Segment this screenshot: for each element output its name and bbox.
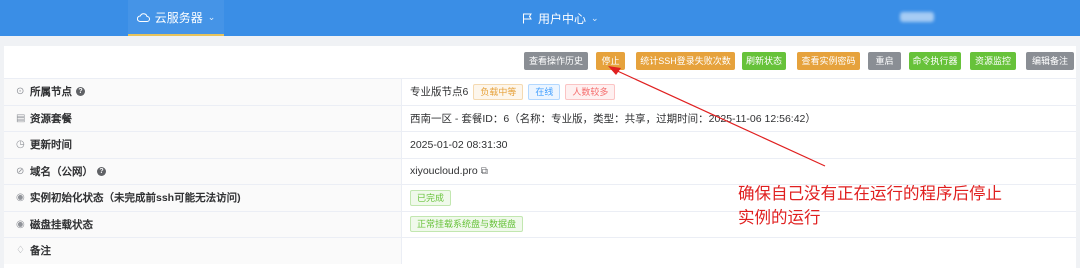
stop-button[interactable]: 停止	[596, 52, 625, 70]
bell-icon: ♢	[16, 245, 25, 257]
table-row: ⊙ 所属节点 ? 专业版节点6 负载中等 在线 人数较多	[4, 78, 1076, 105]
update-time: 2025-01-02 08:31:30	[410, 138, 508, 151]
chevron-down-icon: ⌄	[207, 11, 216, 22]
row-label: 更新时间	[30, 139, 72, 152]
row-label: 实例初始化状态（未完成前ssh可能无法访问)	[30, 192, 241, 205]
table-row: ◷ 更新时间 2025-01-02 08:31:30	[4, 131, 1076, 158]
row-label: 资源套餐	[30, 112, 72, 125]
row-label: 磁盘挂载状态	[30, 218, 93, 231]
domain-value: xiyoucloud.pro	[410, 165, 478, 178]
restart-button[interactable]: 重启	[868, 52, 901, 70]
disk-status-tag: 正常挂载系统盘与数据盘	[410, 216, 524, 233]
annotation-line-1: 确保自己没有正在运行的程序后停止	[738, 184, 1002, 203]
link-icon: ⊘	[16, 165, 25, 177]
load-tag: 负载中等	[473, 83, 524, 100]
package-icon: ▤	[16, 112, 26, 124]
cloud-icon	[136, 12, 150, 22]
row-label-cell: ⊘ 域名（公网） ?	[4, 158, 402, 184]
copy-icon[interactable]: ⧉	[481, 166, 488, 177]
chevron-down-icon: ⌄	[591, 12, 599, 23]
row-label-cell: ◷ 更新时间	[4, 132, 402, 158]
flag-icon	[523, 13, 532, 23]
row-label: 域名（公网）	[30, 165, 93, 178]
nav-cloud-label: 云服务器	[154, 10, 203, 25]
clock-icon: ◷	[16, 139, 25, 151]
init-status-tag: 已完成	[410, 189, 452, 206]
annotation-text: 确保自己没有正在运行的程序后停止 实例的运行	[738, 182, 1038, 230]
nav-cloud-server[interactable]: 云服务器 ⌄	[128, 0, 224, 36]
row-value-cell: 正常挂载系统盘与数据盘	[410, 212, 524, 238]
table-row: ⊘ 域名（公网） ? xiyoucloud.pro ⧉	[4, 157, 1076, 185]
user-avatar[interactable]	[900, 12, 934, 22]
view-history-button[interactable]: 查看操作历史	[524, 52, 588, 70]
node-name: 专业版节点6	[410, 86, 469, 99]
row-value-cell: xiyoucloud.pro ⧉	[410, 159, 488, 185]
annotation-line-2: 实例的运行	[738, 208, 821, 227]
command-runner-button[interactable]: 命令执行器	[909, 52, 961, 70]
refresh-status-button[interactable]: 刷新状态	[742, 52, 786, 70]
location-icon: ⊙	[16, 86, 25, 98]
row-value-cell: 已完成	[410, 185, 452, 211]
row-value-cell: 2025-01-02 08:31:30	[410, 132, 508, 158]
row-label-cell: ⊙ 所属节点 ?	[4, 79, 402, 105]
row-label: 所属节点	[30, 86, 72, 99]
ssh-failure-stats-button[interactable]: 统计SSH登录失败次数	[636, 52, 735, 70]
nav-user-center[interactable]: 用户中心 ⌄	[522, 0, 599, 36]
eye-icon: ◉	[16, 192, 25, 204]
package-info: 西南一区 - 套餐ID：6（名称：专业版，类型：共享，过期时间：2025-11-…	[410, 112, 816, 125]
instance-detail-panel: 查看操作历史 停止 统计SSH登录失败次数 刷新状态 查看实例密码 重启 命令执…	[4, 46, 1076, 268]
crowded-tag: 人数较多	[565, 83, 616, 100]
row-label-cell: ▤ 资源套餐	[4, 105, 402, 131]
online-tag: 在线	[528, 83, 561, 100]
row-label: 备注	[30, 245, 51, 258]
view-password-button[interactable]: 查看实例密码	[797, 52, 860, 70]
nav-user-label: 用户中心	[538, 11, 587, 26]
top-navbar: 云服务器 ⌄ 用户中心 ⌄	[0, 0, 1080, 36]
eye-icon: ◉	[16, 218, 25, 230]
edit-remark-button[interactable]: 编辑备注	[1026, 52, 1074, 70]
table-row: ♢ 备注	[4, 237, 1076, 264]
help-icon[interactable]: ?	[97, 166, 106, 176]
help-icon[interactable]: ?	[76, 87, 85, 97]
row-label-cell: ◉ 磁盘挂载状态	[4, 211, 402, 237]
action-toolbar: 查看操作历史 停止 统计SSH登录失败次数 刷新状态 查看实例密码 重启 命令执…	[4, 46, 1076, 76]
row-label-cell: ♢ 备注	[4, 238, 402, 264]
table-row: ▤ 资源套餐 西南一区 - 套餐ID：6（名称：专业版，类型：共享，过期时间：2…	[4, 104, 1076, 132]
row-value-cell: 专业版节点6 负载中等 在线 人数较多	[410, 79, 616, 105]
resource-monitor-button[interactable]: 资源监控	[970, 52, 1016, 70]
row-label-cell: ◉ 实例初始化状态（未完成前ssh可能无法访问)	[4, 185, 402, 211]
row-value-cell: 西南一区 - 套餐ID：6（名称：专业版，类型：共享，过期时间：2025-11-…	[410, 106, 816, 132]
